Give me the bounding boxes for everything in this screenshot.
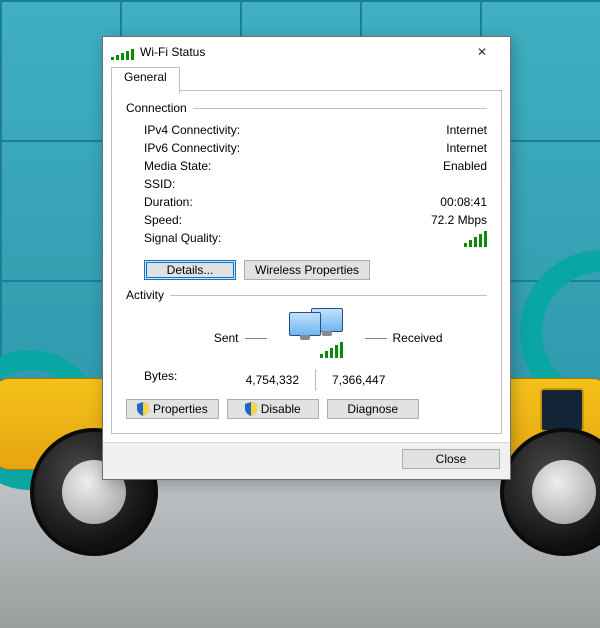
bytes-sent-value: 4,754,332 bbox=[246, 373, 299, 387]
media-state-value: Enabled bbox=[443, 159, 487, 173]
close-dialog-button[interactable]: Close bbox=[402, 449, 500, 469]
connection-group: Connection IPv4 Connectivity: Internet I… bbox=[126, 101, 487, 280]
details-button[interactable]: Details... bbox=[144, 260, 236, 280]
close-icon: ✕ bbox=[477, 45, 487, 59]
desktop-wallpaper: Wi-Fi Status ✕ General Connection IPv4 C… bbox=[0, 0, 600, 628]
dialog-footer: Close bbox=[103, 442, 510, 479]
shield-icon bbox=[245, 402, 257, 416]
activity-group: Activity Sent bbox=[126, 288, 487, 391]
ipv4-value: Internet bbox=[446, 123, 487, 137]
activity-heading: Activity bbox=[126, 288, 164, 302]
signal-quality-label: Signal Quality: bbox=[144, 231, 221, 250]
close-button[interactable]: ✕ bbox=[462, 37, 502, 67]
ipv6-label: IPv6 Connectivity: bbox=[144, 141, 240, 155]
properties-button[interactable]: Properties bbox=[126, 399, 219, 419]
disable-button-label: Disable bbox=[261, 402, 301, 416]
titlebar[interactable]: Wi-Fi Status ✕ bbox=[103, 37, 510, 67]
wireless-properties-label: Wireless Properties bbox=[255, 263, 359, 277]
wifi-icon bbox=[111, 44, 134, 60]
signal-bars-icon bbox=[464, 231, 487, 247]
sent-label: Sent bbox=[214, 331, 239, 345]
activity-signal-icon bbox=[320, 342, 343, 358]
diagnose-button[interactable]: Diagnose bbox=[327, 399, 419, 419]
ipv6-value: Internet bbox=[446, 141, 487, 155]
close-dialog-label: Close bbox=[436, 452, 467, 466]
bytes-received-value: 7,366,447 bbox=[332, 373, 385, 387]
connection-heading: Connection bbox=[126, 101, 187, 115]
wireless-properties-button[interactable]: Wireless Properties bbox=[244, 260, 370, 280]
properties-button-label: Properties bbox=[153, 402, 208, 416]
tab-general-label: General bbox=[124, 70, 167, 84]
received-label: Received bbox=[393, 331, 443, 345]
details-button-label: Details... bbox=[167, 263, 214, 277]
duration-value: 00:08:41 bbox=[440, 195, 487, 209]
ipv4-label: IPv4 Connectivity: bbox=[144, 123, 240, 137]
ssid-label: SSID: bbox=[144, 177, 175, 191]
speed-value: 72.2 Mbps bbox=[431, 213, 487, 227]
tab-general[interactable]: General bbox=[111, 67, 180, 94]
general-panel: Connection IPv4 Connectivity: Internet I… bbox=[111, 90, 502, 434]
media-state-label: Media State: bbox=[144, 159, 211, 173]
wifi-status-window: Wi-Fi Status ✕ General Connection IPv4 C… bbox=[102, 36, 511, 480]
diagnose-button-label: Diagnose bbox=[347, 402, 398, 416]
speed-label: Speed: bbox=[144, 213, 182, 227]
disable-button[interactable]: Disable bbox=[227, 399, 319, 419]
duration-label: Duration: bbox=[144, 195, 193, 209]
shield-icon bbox=[137, 402, 149, 416]
window-title: Wi-Fi Status bbox=[140, 45, 205, 59]
